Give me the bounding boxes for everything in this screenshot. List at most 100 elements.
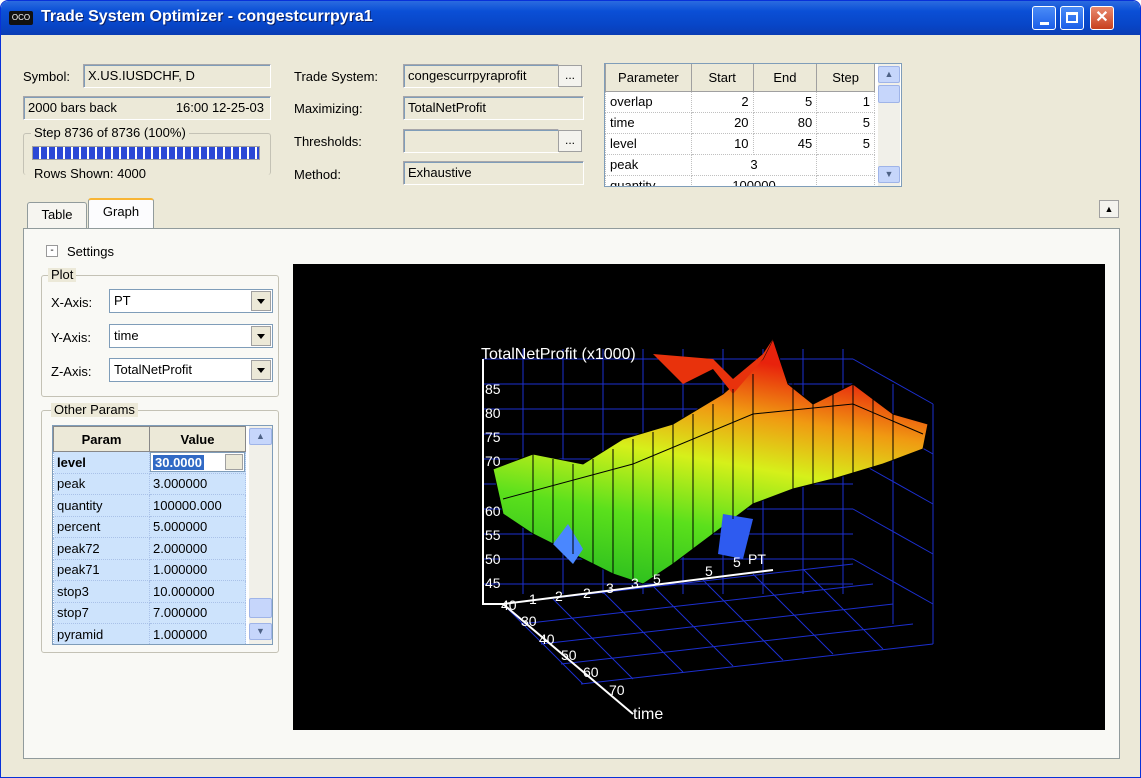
param-value[interactable]: 1.000000 xyxy=(149,623,246,644)
plot-group-title: Plot xyxy=(48,268,77,282)
table-row[interactable]: peak71 1.000000 xyxy=(53,558,246,581)
close-icon: ✕ xyxy=(1095,9,1109,26)
param-value[interactable]: 7.000000 xyxy=(149,601,246,624)
x-tick: 5 xyxy=(653,571,661,587)
table-row[interactable]: percent 5.000000 xyxy=(53,515,246,538)
title-bar[interactable]: OCO Trade System Optimizer - congestcurr… xyxy=(1,1,1140,35)
param-step[interactable]: 5 xyxy=(816,111,875,134)
tab-table[interactable]: Table xyxy=(27,202,87,228)
trade-system-field: congescurrpyraprofit xyxy=(403,64,559,88)
z-tick: 50 xyxy=(485,551,501,567)
column-header-step[interactable]: Step xyxy=(816,64,875,92)
z-tick: 60 xyxy=(485,503,501,519)
z-axis-select[interactable]: TotalNetProfit xyxy=(109,358,273,382)
table-row[interactable]: overlap 2 5 1 xyxy=(605,90,875,113)
surface-plot-svg: TotalNetProfit (x1000) 85 80 75 70 60 55… xyxy=(481,337,934,723)
param-name: quantity xyxy=(53,494,150,517)
close-button[interactable]: ✕ xyxy=(1090,6,1114,30)
app-icon: OCO xyxy=(9,11,33,25)
param-value[interactable]: 1.000000 xyxy=(149,558,246,581)
thresholds-label: Thresholds: xyxy=(294,134,362,149)
scroll-thumb[interactable] xyxy=(249,598,272,618)
table-row[interactable]: peak72 2.000000 xyxy=(53,537,246,560)
y-axis-title: time xyxy=(633,706,663,723)
x-axis-title: PT xyxy=(748,551,766,567)
x-tick: 5 xyxy=(733,554,741,570)
settings-collapse-icon[interactable]: - xyxy=(46,245,58,257)
other-params-scrollbar[interactable]: ▲ ▼ xyxy=(249,426,272,644)
scroll-up-icon[interactable]: ▲ xyxy=(249,428,272,445)
param-end[interactable]: 80 xyxy=(752,111,818,134)
scroll-thumb[interactable] xyxy=(878,85,900,103)
bars-time-text: 16:00 12-25-03 xyxy=(175,100,264,115)
scroll-up-icon[interactable]: ▲ xyxy=(878,66,900,83)
table-row[interactable]: level 10 45 5 xyxy=(605,132,875,155)
scroll-down-icon[interactable]: ▼ xyxy=(249,623,272,640)
level-value-combo[interactable]: 30.0000 xyxy=(150,452,245,473)
table-row[interactable]: stop3 10.000000 xyxy=(53,580,246,603)
y-axis-select[interactable]: time xyxy=(109,324,273,348)
x-axis-value: PT xyxy=(114,293,131,308)
table-row[interactable]: quantity 100000.000 xyxy=(53,494,246,517)
settings-label[interactable]: Settings xyxy=(67,244,114,259)
table-row[interactable]: peak 3 xyxy=(605,153,875,176)
chevron-down-icon[interactable] xyxy=(251,360,271,380)
table-row[interactable]: pyramid 1.000000 xyxy=(53,623,246,644)
param-step[interactable]: 1 xyxy=(816,90,875,113)
column-header-parameter[interactable]: Parameter xyxy=(605,64,692,92)
surface-plot[interactable]: TotalNetProfit (x1000) 85 80 75 70 60 55… xyxy=(293,264,1105,730)
param-name: peak72 xyxy=(53,537,150,560)
chevron-down-icon[interactable] xyxy=(251,291,271,311)
collapse-up-icon[interactable]: ▲ xyxy=(1099,200,1119,218)
z-tick: 80 xyxy=(485,405,501,421)
param-value[interactable]: 3 xyxy=(690,153,818,176)
tab-graph[interactable]: Graph xyxy=(88,198,154,228)
chevron-down-icon[interactable] xyxy=(225,454,243,471)
param-value[interactable]: 100000 xyxy=(690,174,818,186)
chevron-down-icon[interactable] xyxy=(251,326,271,346)
param-start[interactable]: 2 xyxy=(690,90,754,113)
table-row[interactable]: stop7 7.000000 xyxy=(53,601,246,624)
param-value[interactable]: 3.000000 xyxy=(149,472,246,495)
scroll-down-icon[interactable]: ▼ xyxy=(878,166,900,183)
maximizing-label: Maximizing: xyxy=(294,101,363,116)
z-axis-value: TotalNetProfit xyxy=(114,362,193,377)
table-row[interactable]: level 30.0000 xyxy=(53,451,246,474)
table-row[interactable]: quantity 100000 xyxy=(605,174,875,186)
column-header-start[interactable]: Start xyxy=(690,64,754,92)
y-tick: 30 xyxy=(521,613,537,629)
param-value[interactable]: 5.000000 xyxy=(149,515,246,538)
minimize-button[interactable] xyxy=(1032,6,1056,30)
param-start[interactable]: 20 xyxy=(690,111,754,134)
y-axis-label: Y-Axis: xyxy=(51,330,91,345)
table-row[interactable]: time 20 80 5 xyxy=(605,111,875,134)
column-header-value[interactable]: Value xyxy=(149,426,246,452)
param-step[interactable]: 5 xyxy=(816,132,875,155)
method-field: Exhaustive xyxy=(403,161,584,185)
thresholds-browse-button[interactable]: ... xyxy=(558,130,582,152)
param-value[interactable]: 10.000000 xyxy=(149,580,246,603)
x-tick: 3 xyxy=(631,575,639,591)
x-tick: 2 xyxy=(555,588,563,604)
param-end[interactable]: 45 xyxy=(752,132,818,155)
param-value[interactable]: 2.000000 xyxy=(149,537,246,560)
maximizing-field: TotalNetProfit xyxy=(403,96,584,120)
column-header-end[interactable]: End xyxy=(752,64,818,92)
z-tick: 70 xyxy=(485,453,501,469)
trade-system-browse-button[interactable]: ... xyxy=(558,65,582,87)
surface-mesh xyxy=(492,337,929,585)
table-row[interactable]: peak 3.000000 xyxy=(53,472,246,495)
param-name: stop7 xyxy=(53,601,150,624)
param-value[interactable]: 100000.000 xyxy=(149,494,246,517)
param-name: pyramid xyxy=(53,623,150,644)
column-header-param[interactable]: Param xyxy=(53,426,150,452)
param-end[interactable]: 5 xyxy=(752,90,818,113)
param-start[interactable]: 10 xyxy=(690,132,754,155)
parameter-table: Parameter Start End Step overlap 2 5 1 t… xyxy=(604,63,902,187)
maximize-button[interactable] xyxy=(1060,6,1084,30)
parameter-table-scrollbar[interactable]: ▲ ▼ xyxy=(878,64,900,186)
y-tick: 50 xyxy=(561,647,577,663)
progress-fill xyxy=(33,147,259,159)
x-axis-select[interactable]: PT xyxy=(109,289,273,313)
app-window: OCO Trade System Optimizer - congestcurr… xyxy=(0,0,1141,778)
